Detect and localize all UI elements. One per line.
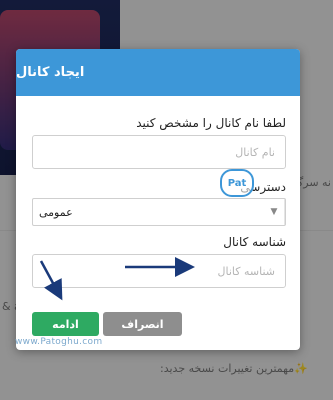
- watermark-logo: Pat: [220, 169, 254, 197]
- dialog-header: ایجاد کانال: [16, 49, 300, 96]
- continue-button[interactable]: ادامه: [32, 312, 99, 336]
- chevron-down-icon[interactable]: ▼: [264, 199, 285, 225]
- watermark-text: www.Patoghu.com: [15, 337, 103, 347]
- channel-name-label: لطفا نام کانال را مشخص کنید: [136, 116, 286, 130]
- create-channel-dialog: ایجاد کانال لطفا نام کانال را مشخص کنید …: [16, 49, 300, 350]
- channel-id-label: شناسه کانال: [223, 235, 286, 249]
- access-select[interactable]: عمومی ▼: [32, 198, 286, 226]
- dialog-title: ایجاد کانال: [16, 65, 85, 80]
- access-select-value: عمومی: [39, 205, 73, 219]
- channel-id-input[interactable]: [32, 254, 286, 288]
- cancel-button[interactable]: انصراف: [103, 312, 182, 336]
- channel-name-input[interactable]: [32, 135, 286, 169]
